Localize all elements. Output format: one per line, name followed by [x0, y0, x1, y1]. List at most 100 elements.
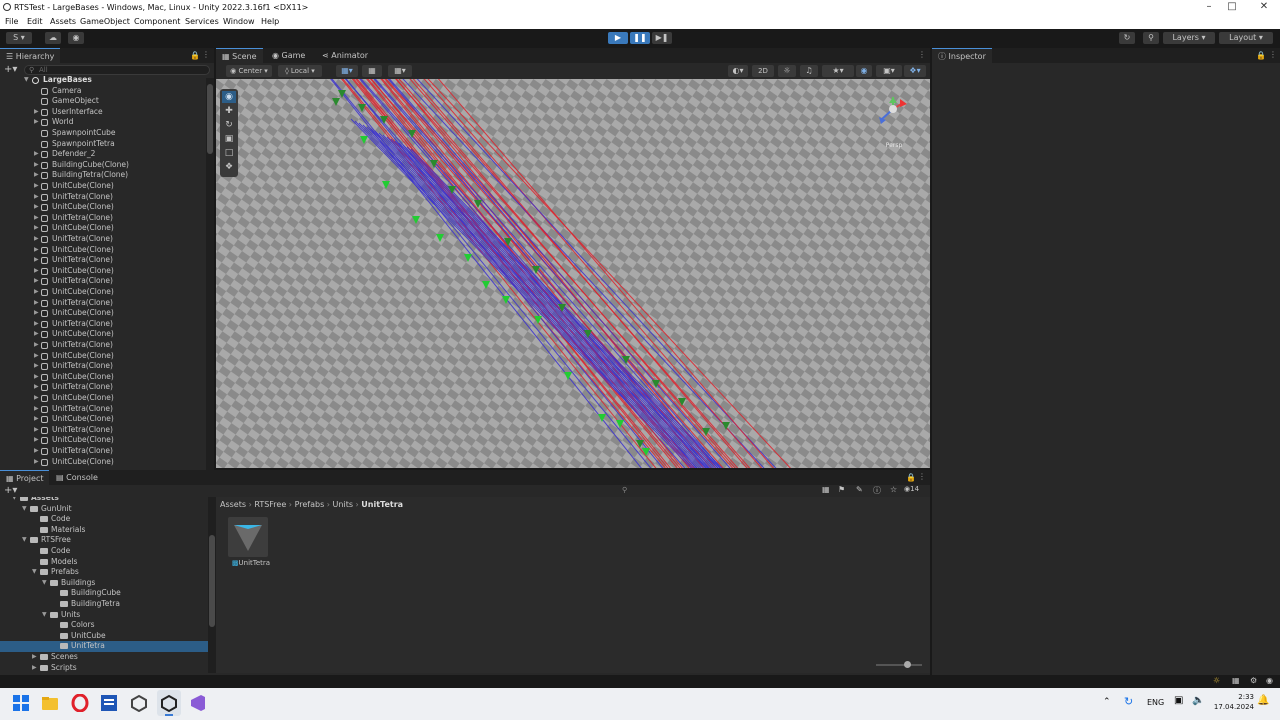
folder-tree-item[interactable]: UnitCube	[0, 631, 208, 642]
rotate-tool-icon[interactable]: ↻	[222, 119, 236, 131]
hierarchy-scrollbar[interactable]	[206, 78, 214, 470]
expand-arrow-icon[interactable]: ▶	[34, 351, 39, 362]
opera-browser-icon[interactable]	[71, 694, 89, 712]
hierarchy-item[interactable]: ▶ UnitCube(Clone)	[0, 266, 206, 277]
expand-arrow-icon[interactable]: ▶	[34, 308, 39, 319]
hierarchy-item[interactable]: ▶ UnitTetra(Clone)	[0, 213, 206, 224]
hierarchy-item[interactable]: ▶ UnitTetra(Clone)	[0, 361, 206, 372]
gizmos-icon[interactable]: ❖▾	[904, 65, 926, 77]
unity-hub-icon[interactable]	[130, 694, 148, 712]
history-icon[interactable]: ↻	[1119, 32, 1135, 44]
expand-arrow-icon[interactable]: ▶	[34, 223, 39, 234]
lighting-icon[interactable]: ☼	[778, 65, 796, 77]
hierarchy-item[interactable]: ▶ UnitCube(Clone)	[0, 329, 206, 340]
expand-arrow-icon[interactable]: ▶	[34, 372, 39, 383]
increment-snap-icon[interactable]: ▦▾	[388, 65, 412, 77]
lock-icon[interactable]: 🔒	[906, 473, 916, 482]
minimize-icon[interactable]: –	[1198, 1, 1220, 12]
hierarchy-item[interactable]: ▶ UnitTetra(Clone)	[0, 382, 206, 393]
folder-tree-item[interactable]: Code	[0, 546, 208, 557]
hierarchy-item[interactable]: SpawnpointTetra	[0, 139, 206, 150]
folder-tree-item[interactable]: Code	[0, 514, 208, 525]
space-local-dropdown[interactable]: ◊ Local ▾	[278, 65, 322, 77]
bulb-icon[interactable]: ☼	[1213, 676, 1220, 685]
scene-visibility-icon[interactable]: ◉	[856, 65, 872, 77]
hierarchy-item[interactable]: SpawnpointCube	[0, 128, 206, 139]
folder-tree-item[interactable]: ▼ Units	[0, 610, 208, 621]
hierarchy-search-input[interactable]: ⚲ All	[24, 65, 210, 75]
expand-arrow-icon[interactable]: ▶	[32, 663, 37, 673]
maximize-icon[interactable]: □	[1221, 1, 1243, 12]
hierarchy-item[interactable]: ▶ UnitCube(Clone)	[0, 414, 206, 425]
expand-arrow-icon[interactable]: ▶	[34, 329, 39, 340]
folder-tree-item[interactable]: ▶ Scripts	[0, 663, 208, 673]
hierarchy-item[interactable]: ▶ UnitCube(Clone)	[0, 181, 206, 192]
asset-thumbnail[interactable]	[228, 517, 268, 557]
hierarchy-item[interactable]: ▶ Defender_2	[0, 149, 206, 160]
search-icon[interactable]: ⚲	[622, 486, 627, 494]
breadcrumb-item[interactable]: RTSFree	[254, 500, 286, 509]
hierarchy-item[interactable]: ▶ BuildingTetra(Clone)	[0, 170, 206, 181]
expand-arrow-icon[interactable]: ▼	[22, 535, 27, 546]
word-app-icon[interactable]	[100, 694, 118, 712]
hierarchy-item[interactable]: ▶ BuildingCube(Clone)	[0, 160, 206, 171]
grid-snap-icon[interactable]: ▦▾	[336, 65, 358, 77]
add-icon[interactable]: +▾	[4, 64, 17, 75]
tab-console[interactable]: ▤ Console	[50, 470, 104, 485]
expand-arrow-icon[interactable]: ▶	[34, 382, 39, 393]
tab-scene[interactable]: ▦ Scene	[216, 48, 263, 63]
expand-arrow-icon[interactable]: ▼	[12, 497, 17, 504]
menu-help[interactable]: Help	[261, 17, 279, 26]
folder-tree-item[interactable]: ▼ Prefabs	[0, 567, 208, 578]
rect-tool-icon[interactable]: □	[222, 147, 236, 159]
hierarchy-item[interactable]: ▶ UnitCube(Clone)	[0, 223, 206, 234]
expand-arrow-icon[interactable]: ▼	[42, 578, 47, 589]
windows-start-icon[interactable]	[12, 694, 30, 712]
hierarchy-item[interactable]: ▶ UnitCube(Clone)	[0, 202, 206, 213]
hierarchy-item[interactable]: ▶ UnitTetra(Clone)	[0, 298, 206, 309]
tab-inspector[interactable]: ⓘ Inspector	[932, 48, 992, 63]
folder-tree-item[interactable]: BuildingCube	[0, 588, 208, 599]
panel-menu-icon[interactable]: ⋮	[202, 50, 210, 59]
grid-icon[interactable]: ▦	[362, 65, 382, 77]
tab-animator[interactable]: ⋖ Animator	[316, 48, 374, 63]
tab-game[interactable]: ◉ Game	[266, 48, 311, 63]
info-icon[interactable]: ⓘ	[873, 485, 881, 496]
expand-arrow-icon[interactable]: ▶	[34, 319, 39, 330]
hierarchy-item[interactable]: ▶ UnitCube(Clone)	[0, 435, 206, 446]
folder-tree-item[interactable]: ▶ Scenes	[0, 652, 208, 663]
layers-dropdown[interactable]: Layers ▾	[1163, 32, 1215, 44]
expand-arrow-icon[interactable]: ▶	[34, 117, 39, 128]
hierarchy-item[interactable]: ▶ UnitCube(Clone)	[0, 393, 206, 404]
camera-icon[interactable]: ▣▾	[876, 65, 902, 77]
hierarchy-item[interactable]: ▶ World	[0, 117, 206, 128]
hierarchy-item[interactable]: ▶ UnitCube(Clone)	[0, 351, 206, 362]
expand-arrow-icon[interactable]: ▶	[34, 266, 39, 277]
expand-arrow-icon[interactable]: ▶	[34, 160, 39, 171]
file-explorer-icon[interactable]	[41, 694, 59, 712]
lock-icon[interactable]: 🔒	[190, 51, 200, 60]
breadcrumb-item[interactable]: Prefabs	[295, 500, 325, 509]
hierarchy-scroll-thumb[interactable]	[207, 84, 213, 154]
breadcrumb-item[interactable]: Units	[333, 500, 353, 509]
menu-edit[interactable]: Edit	[27, 17, 43, 26]
visual-studio-icon[interactable]	[189, 694, 207, 712]
network-sync-icon[interactable]: ↻	[1124, 695, 1133, 708]
menu-gameobject[interactable]: GameObject	[80, 17, 130, 26]
expand-arrow-icon[interactable]: ▶	[34, 287, 39, 298]
cloud-icon[interactable]: ☁	[45, 32, 61, 44]
favorite-star-icon[interactable]: ☆	[890, 485, 897, 494]
add-icon[interactable]: +▾	[4, 485, 17, 496]
play-button[interactable]: ▶	[608, 32, 628, 44]
hierarchy-item[interactable]: ▶ UnitTetra(Clone)	[0, 404, 206, 415]
hierarchy-item[interactable]: ▶ UnitCube(Clone)	[0, 457, 206, 468]
menu-file[interactable]: File	[5, 17, 18, 26]
notification-bell-icon[interactable]: 🔔	[1257, 695, 1269, 706]
close-icon[interactable]: ✕	[1253, 1, 1275, 12]
slider-handle[interactable]	[904, 661, 911, 668]
expand-arrow-icon[interactable]: ▶	[34, 234, 39, 245]
expand-arrow-icon[interactable]: ▶	[34, 340, 39, 351]
chevron-up-icon[interactable]: ⌃	[1103, 697, 1111, 707]
expand-arrow-icon[interactable]: ▶	[32, 652, 37, 663]
hierarchy-item[interactable]: ▶ UnitCube(Clone)	[0, 245, 206, 256]
